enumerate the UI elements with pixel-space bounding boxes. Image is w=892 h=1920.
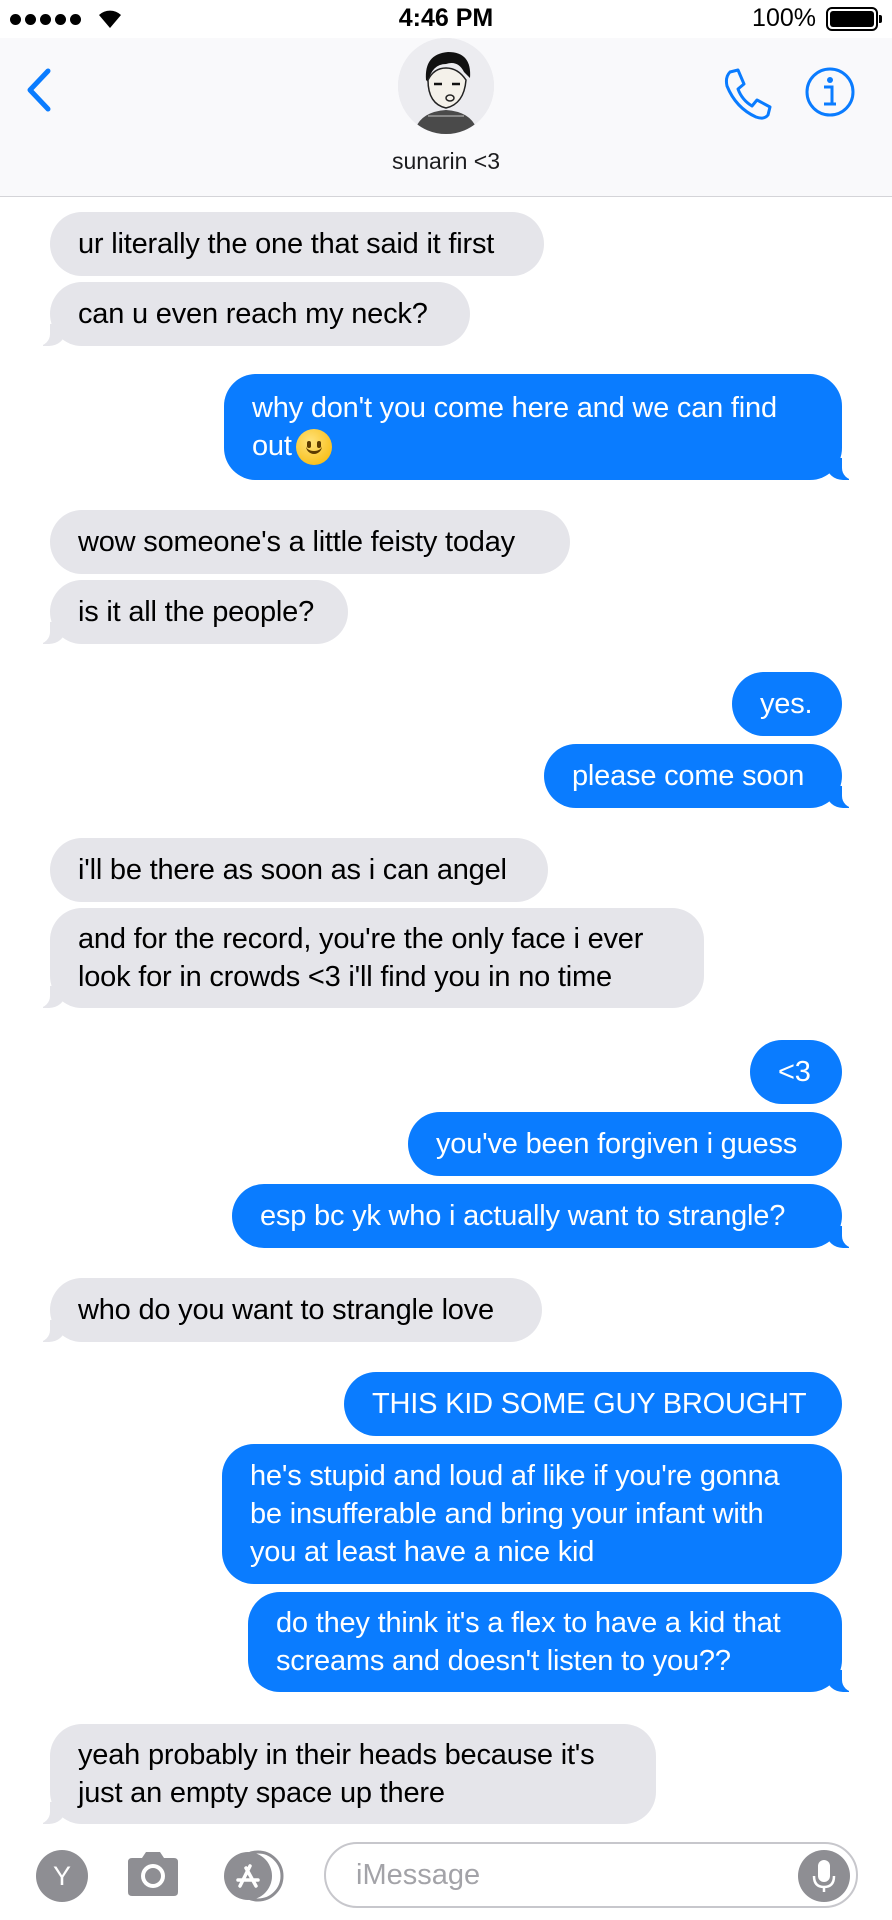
message-text: do they think it's a flex to have a kid … — [276, 1607, 781, 1677]
message-bubble-incoming[interactable]: ur literally the one that said it first — [50, 212, 544, 276]
message-text: who do you want to strangle love — [78, 1294, 494, 1326]
message-text: wow someone's a little feisty today — [78, 526, 515, 558]
message-bubble-incoming[interactable]: is it all the people? — [32, 580, 348, 644]
message-bubble-outgoing[interactable]: do they think it's a flex to have a kid … — [248, 1592, 860, 1692]
message-bubble-incoming[interactable]: i'll be there as soon as i can angel — [50, 838, 548, 902]
message-bubble-outgoing[interactable]: he's stupid and loud af like if you're g… — [222, 1444, 842, 1584]
slightly-smiling-face-icon — [295, 429, 332, 466]
microphone-icon — [812, 1860, 836, 1892]
message-bubble-outgoing[interactable]: yes. — [732, 672, 842, 736]
message-text: you've been forgiven i guess — [436, 1128, 798, 1160]
call-button[interactable] — [718, 64, 774, 124]
message-text: <3 — [778, 1056, 811, 1088]
battery-icon — [826, 7, 882, 31]
microphone-button[interactable] — [798, 1850, 850, 1902]
contact-name[interactable]: sunarin <3 — [0, 148, 892, 175]
message-text: yeah probably in their heads because it'… — [78, 1739, 595, 1809]
message-bubble-outgoing[interactable]: <3 — [750, 1040, 842, 1104]
contact-avatar[interactable] — [398, 38, 494, 134]
conversation-header: sunarin <3 — [0, 38, 892, 197]
info-button[interactable] — [804, 66, 856, 118]
compose-bar: Y iMessage — [0, 1828, 892, 1920]
app-store-icon[interactable] — [222, 1850, 292, 1902]
avatar-image — [398, 38, 494, 134]
message-text: and for the record, you're the only face… — [78, 923, 644, 993]
message-bubble-incoming[interactable]: yeah probably in their heads because it'… — [32, 1724, 656, 1824]
message-bubble-incoming[interactable]: who do you want to strangle love — [32, 1278, 542, 1342]
camera-icon[interactable] — [124, 1848, 182, 1900]
message-text: is it all the people? — [78, 596, 315, 628]
message-text: please come soon — [572, 760, 805, 792]
message-input-placeholder: iMessage — [356, 1858, 481, 1891]
info-icon — [805, 67, 855, 117]
message-text: yes. — [760, 688, 813, 720]
message-bubble-outgoing[interactable]: you've been forgiven i guess — [408, 1112, 842, 1176]
message-bubble-outgoing[interactable]: please come soon — [544, 744, 860, 808]
chevron-left-icon — [27, 68, 51, 112]
message-input[interactable]: iMessage — [324, 1842, 858, 1908]
message-text: ur literally the one that said it first — [78, 228, 495, 260]
message-text: i'll be there as soon as i can angel — [78, 854, 507, 886]
message-bubble-incoming[interactable]: can u even reach my neck? — [32, 282, 470, 346]
message-bubble-outgoing[interactable]: esp bc yk who i actually want to strangl… — [232, 1184, 860, 1248]
message-list[interactable]: ur literally the one that said it first … — [0, 198, 892, 1828]
phone-icon — [724, 68, 772, 120]
message-bubble-incoming[interactable]: wow someone's a little feisty today — [50, 510, 570, 574]
status-bar: 4:46 PM 100% — [0, 0, 892, 38]
message-text: he's stupid and loud af like if you're g… — [250, 1460, 780, 1568]
back-button[interactable] — [24, 60, 64, 120]
battery-percentage: 100% — [752, 4, 816, 32]
message-text: esp bc yk who i actually want to strangl… — [260, 1200, 786, 1232]
message-text: can u even reach my neck? — [78, 298, 428, 330]
message-bubble-incoming[interactable]: and for the record, you're the only face… — [32, 908, 704, 1008]
message-bubble-outgoing[interactable]: why don't you come here and we can find … — [224, 374, 860, 480]
y-app-icon[interactable]: Y — [36, 1850, 88, 1902]
message-text: THIS KID SOME GUY BROUGHT — [372, 1388, 807, 1420]
message-bubble-outgoing[interactable]: THIS KID SOME GUY BROUGHT — [344, 1372, 842, 1436]
